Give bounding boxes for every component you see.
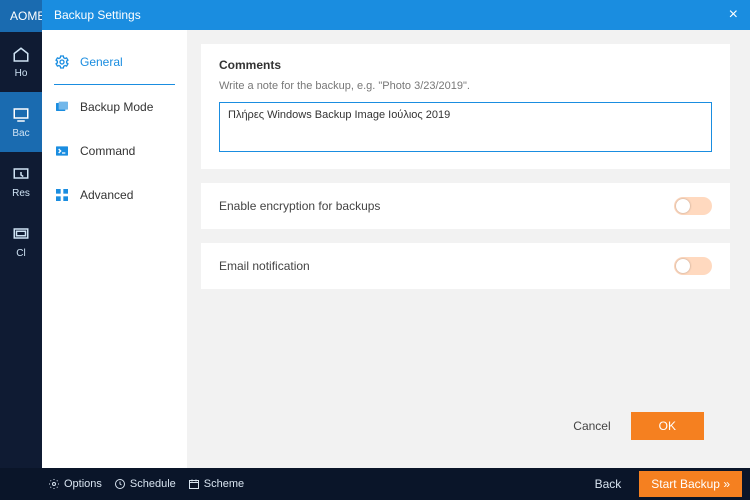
modal-header: Backup Settings × <box>42 0 750 30</box>
scheme-label: Scheme <box>204 478 244 490</box>
sidebar-item-label: Command <box>80 144 135 158</box>
nav-backup[interactable]: Bac <box>0 92 42 152</box>
email-label: Email notification <box>219 259 310 273</box>
clock-icon <box>114 478 126 490</box>
sidebar-item-backup-mode[interactable]: Backup Mode <box>42 85 187 129</box>
modal-footer: Cancel OK <box>201 398 730 454</box>
gear-icon <box>48 478 60 490</box>
nav-label: Ho <box>15 68 28 79</box>
scheme-button[interactable]: Scheme <box>188 478 244 490</box>
back-button[interactable]: Back <box>595 477 622 491</box>
nav-label: Cl <box>16 248 25 259</box>
disk-icon <box>54 99 70 115</box>
sidebar-item-label: General <box>80 55 123 69</box>
encryption-label: Enable encryption for backups <box>219 199 380 213</box>
cancel-button[interactable]: Cancel <box>573 419 610 433</box>
nav-clone[interactable]: Cl <box>0 212 42 272</box>
modal-close-icon[interactable]: × <box>729 6 738 24</box>
modal-title: Backup Settings <box>54 8 141 22</box>
ok-button[interactable]: OK <box>631 412 704 440</box>
app-bottombar: Options Schedule Scheme Back Start Backu… <box>0 468 750 500</box>
comments-input[interactable] <box>219 102 712 152</box>
sidebar-item-general[interactable]: General <box>42 40 187 84</box>
comments-card: Comments Write a note for the backup, e.… <box>201 44 730 169</box>
comments-helper: Write a note for the backup, e.g. "Photo… <box>219 80 712 92</box>
settings-sidebar: General Backup Mode Command <box>42 30 187 468</box>
options-button[interactable]: Options <box>48 478 102 490</box>
nav-home[interactable]: Ho <box>0 32 42 92</box>
nav-label: Bac <box>12 128 29 139</box>
main-leftnav: Ho Bac Res Cl <box>0 32 42 468</box>
comments-heading: Comments <box>219 58 712 72</box>
gear-icon <box>54 54 70 70</box>
email-toggle[interactable] <box>674 257 712 275</box>
start-backup-button[interactable]: Start Backup » <box>639 471 742 497</box>
nav-label: Res <box>12 188 30 199</box>
backup-settings-modal: Backup Settings × General Backup Mode <box>42 0 750 468</box>
schedule-button[interactable]: Schedule <box>114 478 176 490</box>
sidebar-item-label: Backup Mode <box>80 100 153 114</box>
grid-icon <box>54 187 70 203</box>
sidebar-item-command[interactable]: Command <box>42 129 187 173</box>
sidebar-item-label: Advanced <box>80 188 133 202</box>
settings-content: Comments Write a note for the backup, e.… <box>187 30 750 468</box>
nav-restore[interactable]: Res <box>0 152 42 212</box>
options-label: Options <box>64 478 102 490</box>
email-row: Email notification <box>201 243 730 289</box>
terminal-icon <box>54 143 70 159</box>
calendar-icon <box>188 478 200 490</box>
encryption-row: Enable encryption for backups <box>201 183 730 229</box>
sidebar-item-advanced[interactable]: Advanced <box>42 173 187 217</box>
schedule-label: Schedule <box>130 478 176 490</box>
encryption-toggle[interactable] <box>674 197 712 215</box>
